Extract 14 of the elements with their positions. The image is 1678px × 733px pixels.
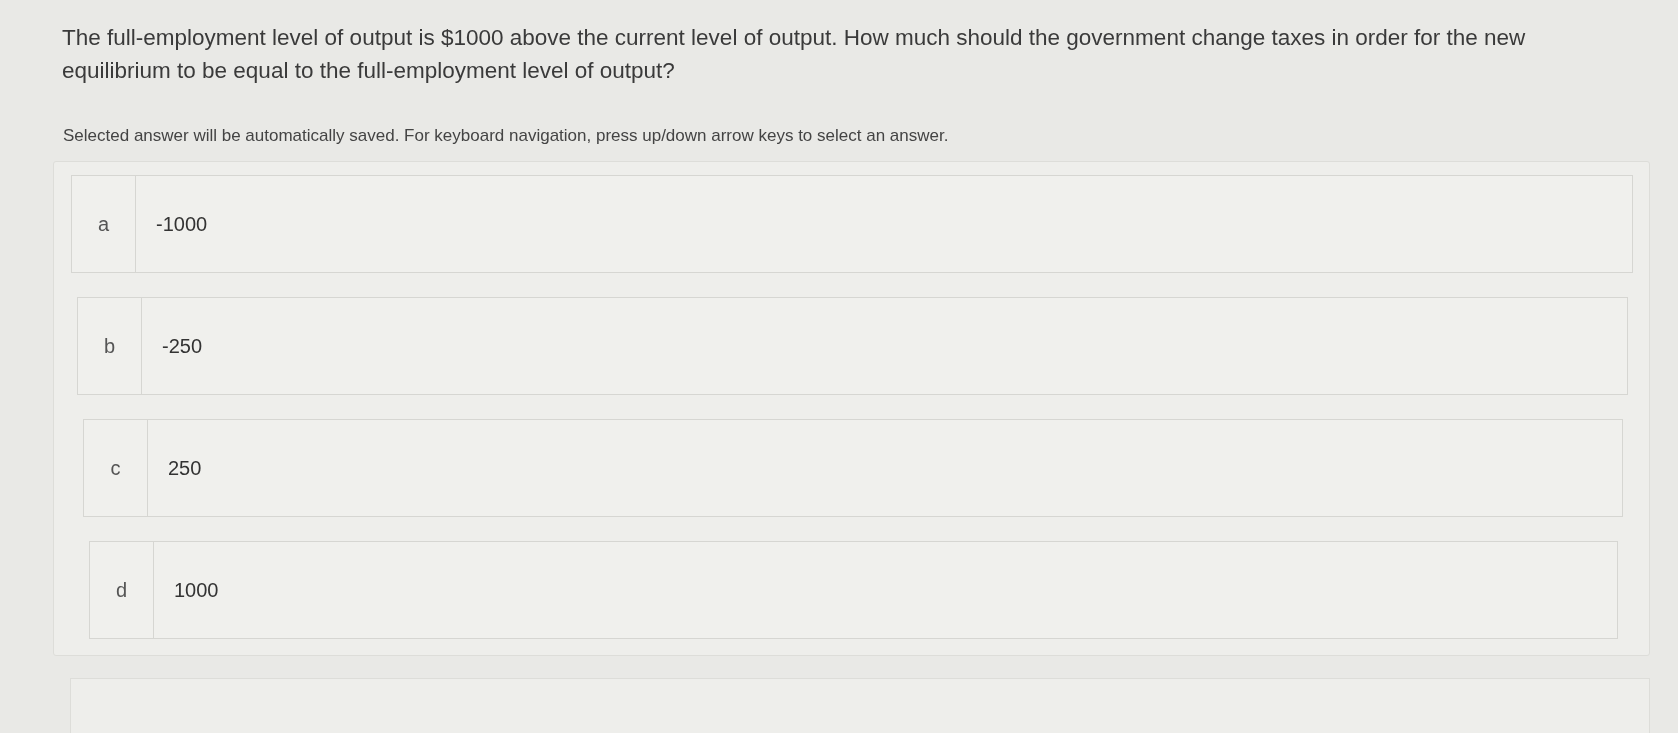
answer-option[interactable]: c 250 (83, 418, 1623, 517)
question-text: The full-employment level of output is $1000 above the current level of output. How much should the government change taxes in order for the new equilibrium to be equal to the full-employment level of output? (62, 24, 1527, 85)
instruction-text: Selected answer will be automatically saved. For keyboard navigation, press up/down arrow keys to select an answer. (63, 125, 950, 148)
option-value: -250 (162, 333, 203, 359)
option-letter: b (103, 333, 116, 359)
answer-option[interactable]: d 1000 (89, 540, 1618, 639)
option-value: -1000 (156, 211, 208, 237)
option-value: 1000 (174, 577, 219, 603)
answer-option[interactable]: b -250 (77, 296, 1628, 395)
option-letter: c (110, 455, 121, 481)
answer-option[interactable]: a -1000 (71, 174, 1633, 273)
option-value: 250 (168, 455, 202, 481)
option-letter: a (97, 211, 110, 237)
option-letter: d (115, 577, 128, 603)
